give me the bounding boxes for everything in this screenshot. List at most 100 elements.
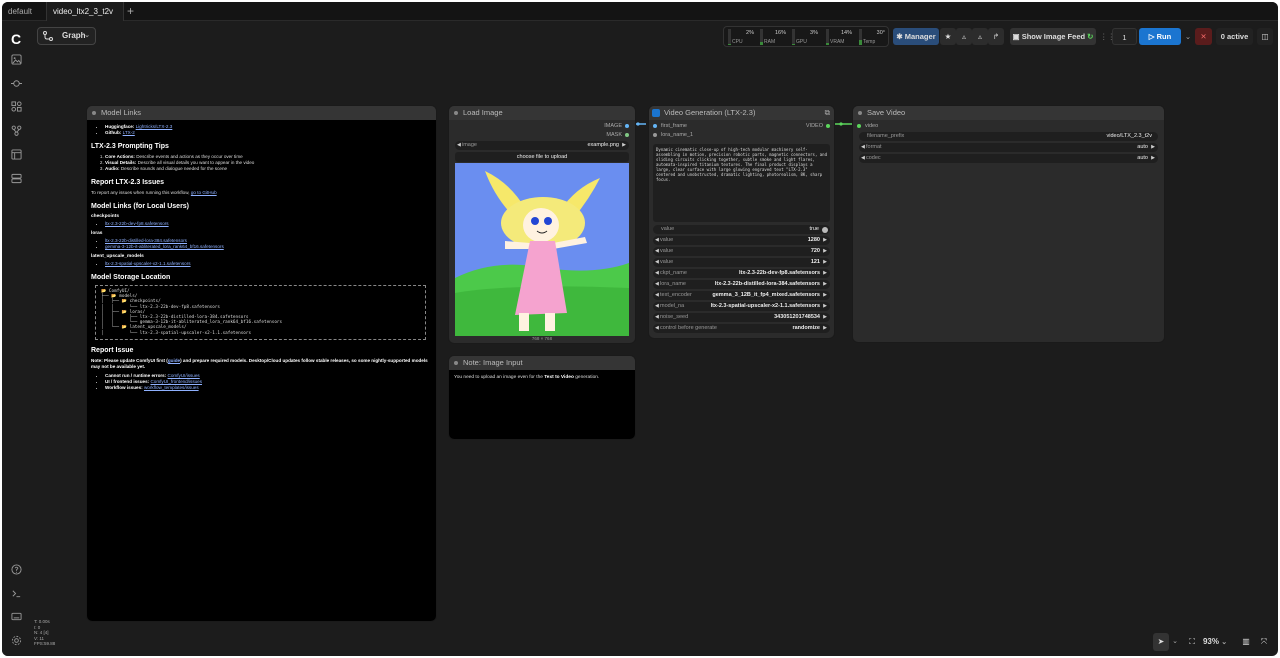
widget-model_na[interactable]: ◀ model_na ltx-2.3-spatial-upscaler-x2-1.1… — [653, 302, 830, 311]
new-tab-plus-icon[interactable]: + — [127, 2, 134, 21]
output-video[interactable]: VIDEO — [806, 123, 830, 129]
arrow-right-icon[interactable]: ▶ — [823, 258, 827, 267]
issue-link[interactable]: ComfyUI_frontend/issues — [150, 379, 202, 384]
lora-socket-icon[interactable] — [653, 132, 657, 137]
cancel-close-icon[interactable]: ✕ — [1195, 28, 1212, 45]
arrow-left-icon[interactable]: ◀ — [861, 143, 865, 152]
input-first-frame[interactable]: first_frame — [653, 123, 687, 129]
arrow-right-icon[interactable]: ▶ — [823, 280, 827, 289]
huggingface-link[interactable]: Lightricks/LTX-2.3 — [136, 124, 173, 129]
arrow-right-icon[interactable]: ▶ — [622, 141, 626, 150]
toggle-knob-icon[interactable] — [822, 226, 828, 233]
open-subgraph-icon[interactable]: ⧉ — [825, 106, 830, 120]
arrow-right-icon[interactable]: ▶ — [1151, 143, 1155, 152]
image-socket-icon[interactable] — [625, 123, 629, 128]
arrow-right-icon[interactable]: ▶ — [823, 269, 827, 278]
collapse-dot-icon[interactable] — [92, 111, 96, 115]
input-lora-name[interactable]: lora_name_1 — [653, 132, 693, 138]
queue-history-icon[interactable] — [10, 78, 23, 91]
batch-count-input[interactable]: 1 — [1112, 28, 1137, 45]
arrow-left-icon[interactable]: ◀ — [655, 324, 659, 333]
image-select-widget[interactable]: ◀ image example.png ▶ — [455, 141, 629, 150]
run-button[interactable]: ▷ Run — [1139, 28, 1181, 45]
zoom-level[interactable]: 93% ⌄ — [1201, 633, 1229, 651]
arrow-right-icon[interactable]: ▶ — [823, 236, 827, 245]
arrow-right-icon[interactable]: ▶ — [823, 291, 827, 300]
video-socket-icon[interactable] — [857, 123, 861, 128]
guide-link[interactable]: guide — [168, 358, 180, 363]
github-link[interactable]: LTX-2 — [123, 130, 135, 135]
image-library-icon[interactable] — [10, 54, 23, 67]
run-options-chevron-icon[interactable]: ⌄ — [1183, 28, 1193, 45]
graph-mode-button[interactable]: Graph ⌄ — [37, 27, 96, 45]
output-image[interactable]: IMAGE — [604, 123, 629, 129]
node-note-image-input[interactable]: Note: Image Input You need to upload an … — [449, 356, 635, 439]
node-title[interactable]: Note: Image Input — [449, 356, 635, 370]
widget-value[interactable]: value true — [653, 225, 830, 234]
node-load-image[interactable]: Load Image IMAGE MASK ◀ image example.png ▶… — [449, 106, 635, 343]
image-socket-icon[interactable] — [653, 123, 657, 128]
widget-value[interactable]: ◀ value 121 ▶ — [653, 258, 830, 267]
star-icon[interactable]: ★ — [940, 28, 956, 45]
arrow-left-icon[interactable]: ◀ — [655, 313, 659, 322]
prompt-textarea[interactable]: Dynamic cinematic close-up of high-tech … — [653, 144, 830, 222]
select-pointer-icon[interactable]: ➤ — [1153, 633, 1169, 651]
output-mask[interactable]: MASK — [606, 132, 629, 138]
minimap-icon[interactable]: ▥ — [1239, 633, 1253, 651]
tab-video-ltx2-3-t2v[interactable]: video_ltx2_3_t2v — [46, 2, 124, 33]
arrow-right-icon[interactable]: ▶ — [823, 302, 827, 311]
codec-combo[interactable]: ◀ codec auto ▶ — [859, 154, 1158, 163]
arrow-left-icon[interactable]: ◀ — [655, 302, 659, 311]
flask-icon[interactable]: ▵ — [956, 28, 972, 45]
widget-lora_name[interactable]: ◀ lora_name ltx-2.3-22b-distilled-lora-384… — [653, 280, 830, 289]
lora-link[interactable]: gemma-3-12b-it-abliterated_lora_rank64_b… — [105, 244, 224, 249]
assets-icon[interactable] — [10, 173, 23, 186]
collapse-dot-icon[interactable] — [858, 111, 862, 115]
widget-value[interactable]: ◀ value 1280 ▶ — [653, 236, 830, 245]
arrow-right-icon[interactable]: ▶ — [1151, 154, 1155, 163]
arrow-left-icon[interactable]: ◀ — [655, 280, 659, 289]
toggle-panel-icon[interactable]: ◫ — [1257, 28, 1273, 45]
mask-socket-icon[interactable] — [625, 132, 629, 137]
collapse-dot-icon[interactable] — [454, 361, 458, 365]
widget-noise_seed[interactable]: ◀ noise_seed 343051201748534 ▶ — [653, 313, 830, 322]
arrow-left-icon[interactable]: ◀ — [655, 236, 659, 245]
templates-icon[interactable] — [10, 149, 23, 162]
active-queue-button[interactable]: 0 active — [1216, 28, 1253, 45]
node-video-generation[interactable]: Video Generation (LTX-2.3) ⧉ first_frame… — [649, 106, 834, 338]
share-icon[interactable]: ↱ — [988, 28, 1004, 45]
workflows-icon[interactable] — [10, 125, 23, 138]
issue-link[interactable]: workflow_templates/issues — [144, 385, 199, 390]
issue-link[interactable]: ComfyUI/issues — [168, 373, 200, 378]
widget-text_encoder[interactable]: ◀ text_encoder gemma_3_12B_it_fp4_mixed.sa… — [653, 291, 830, 300]
chevron-down-icon[interactable]: ⌄ — [1170, 633, 1180, 651]
video-socket-icon[interactable] — [826, 123, 830, 128]
node-save-video[interactable]: Save Video video filename_prefix video/LT… — [853, 106, 1164, 342]
lora-link[interactable]: ltx-2.3-22b-distilled-lora-384.safetenso… — [105, 238, 187, 243]
keyboard-shortcuts-icon[interactable] — [10, 611, 23, 624]
arrow-right-icon[interactable]: ▶ — [823, 247, 827, 256]
tab-default[interactable]: default — [2, 2, 38, 21]
arrow-left-icon[interactable]: ◀ — [861, 154, 865, 163]
flask-alt-icon[interactable]: ▵ — [972, 28, 988, 45]
node-title[interactable]: Save Video — [853, 106, 1164, 120]
filename-prefix-field[interactable]: filename_prefix video/LTX_2.3_t2v — [859, 132, 1158, 141]
arrow-right-icon[interactable]: ▶ — [823, 313, 827, 322]
fit-view-icon[interactable]: ⛶ — [1185, 633, 1199, 651]
settings-gear-icon[interactable] — [10, 635, 23, 648]
arrow-right-icon[interactable]: ▶ — [823, 324, 827, 333]
arrow-left-icon[interactable]: ◀ — [655, 269, 659, 278]
help-icon[interactable] — [10, 564, 23, 577]
arrow-left-icon[interactable]: ◀ — [655, 291, 659, 300]
node-title[interactable]: Load Image — [449, 106, 635, 120]
show-image-feed-button[interactable]: ▣ Show Image Feed ↻ — [1010, 28, 1096, 45]
arrow-left-icon[interactable]: ◀ — [655, 258, 659, 267]
comfy-logo-icon[interactable]: C — [11, 31, 21, 47]
arrow-left-icon[interactable]: ◀ — [655, 247, 659, 256]
node-title[interactable]: Model Links — [87, 106, 436, 120]
upscaler-link[interactable]: ltx-2.3-spatial-upscaler-x2-1.1.safetens… — [105, 261, 191, 266]
upload-button[interactable]: choose file to upload — [455, 152, 629, 162]
terminal-icon[interactable] — [10, 588, 23, 601]
format-combo[interactable]: ◀ format auto ▶ — [859, 143, 1158, 152]
report-github-link[interactable]: go to GitHub — [191, 190, 217, 195]
